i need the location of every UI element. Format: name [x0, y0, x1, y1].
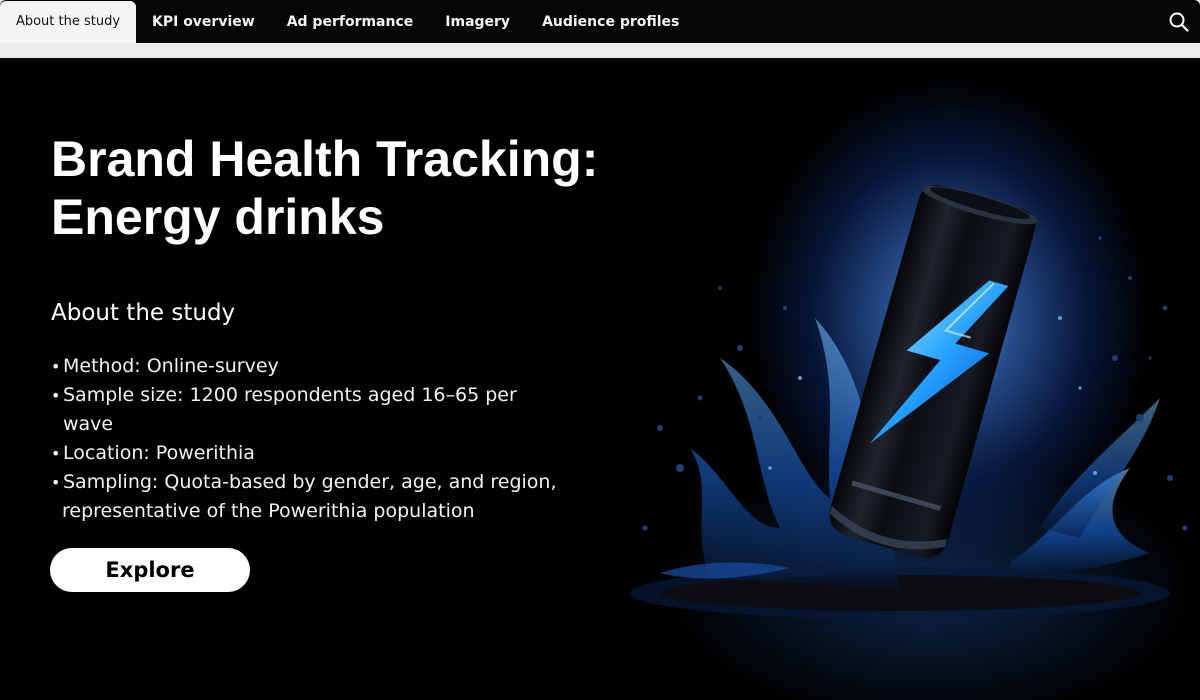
tab-label: About the study: [15, 14, 121, 29]
fact-sampling: Sampling: Quota-based by gender, age, an…: [51, 468, 571, 497]
search-icon: [1169, 12, 1189, 32]
fact-location: Location: Powerithia: [51, 439, 571, 468]
tab-label: Imagery: [445, 13, 511, 30]
fact-sample-size: Sample size: 1200 respondents aged 16–65…: [51, 381, 571, 439]
title-line-2: Energy drinks: [51, 189, 385, 245]
title-line-1: Brand Health Tracking:: [51, 131, 599, 187]
search-button[interactable]: [1168, 11, 1190, 33]
fact-sampling-continued: representative of the Powerithia populat…: [62, 500, 475, 522]
top-navigation: About the study KPI overview Ad performa…: [0, 0, 1200, 43]
tab-label: KPI overview: [152, 13, 255, 30]
hero-section: Brand Health Tracking: Energy drinks Abo…: [0, 58, 1200, 700]
tab-label: Audience profiles: [542, 13, 680, 30]
page-title: Brand Health Tracking: Energy drinks: [51, 130, 691, 246]
section-heading: About the study: [51, 300, 236, 326]
tab-ad-performance[interactable]: Ad performance: [271, 0, 430, 43]
fact-method: Method: Online-survey: [51, 352, 571, 381]
tab-label: Ad performance: [286, 13, 414, 30]
explore-button[interactable]: Explore: [50, 548, 250, 592]
explore-button-label: Explore: [105, 558, 195, 582]
tab-imagery[interactable]: Imagery: [429, 0, 526, 43]
tab-about-the-study[interactable]: About the study: [0, 0, 136, 43]
tab-kpi-overview[interactable]: KPI overview: [136, 0, 271, 43]
tab-audience-profiles[interactable]: Audience profiles: [526, 0, 695, 43]
nav-divider-strip: [0, 43, 1200, 58]
study-facts-list: Method: Online-survey Sample size: 1200 …: [51, 352, 571, 526]
